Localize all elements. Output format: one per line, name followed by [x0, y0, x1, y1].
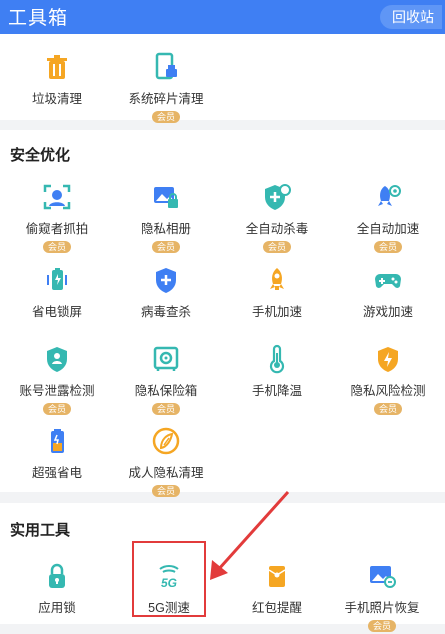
lock-icon: [49, 563, 65, 588]
tool-junk-clean[interactable]: 垃圾清理: [2, 52, 112, 107]
vip-badge: 会员: [373, 241, 402, 253]
tool-label: 隐私保险箱: [134, 384, 198, 398]
tool-power-save-lock[interactable]: 省电锁屏: [2, 265, 112, 320]
tool-label: 省电锁屏: [31, 305, 82, 319]
app-header: 工具箱 回收站: [0, 0, 445, 34]
tool-phone-speedup[interactable]: 手机加速: [222, 265, 332, 320]
tool-label: 应用锁: [38, 601, 76, 615]
tool-label: 全自动加速: [356, 222, 420, 236]
section-title: 安全优化: [10, 147, 71, 164]
tool-label: 全自动杀毒: [245, 222, 309, 236]
tool-label: 垃圾清理: [31, 92, 82, 106]
tool-label: 隐私相册: [140, 222, 191, 236]
shield-cross-icon: [156, 268, 176, 293]
battery-icon: [47, 268, 67, 290]
tool-private-album[interactable]: 隐私相册 会员: [111, 182, 221, 255]
tool-adult-privacy-clean[interactable]: 成人隐私清理 会员: [111, 426, 221, 499]
tool-label: 账号泄露检测: [19, 384, 95, 398]
shield-plus-icon: [265, 184, 291, 210]
thermometer-icon: [269, 344, 285, 374]
tool-label: 手机降温: [251, 384, 302, 398]
tool-label: 手机照片恢复: [344, 601, 420, 615]
tool-auto-speedup[interactable]: 全自动加速 会员: [333, 182, 443, 255]
rocket-gear-icon: [378, 185, 401, 206]
tool-label: 红包提醒: [251, 601, 302, 615]
vip-badge: 会员: [42, 403, 71, 415]
tool-label: 病毒查杀: [140, 305, 191, 319]
page-title: 工具箱: [8, 8, 69, 29]
tool-privacy-risk-check[interactable]: 隐私风险检测 会员: [333, 344, 443, 417]
tool-game-speedup[interactable]: 游戏加速: [333, 265, 443, 320]
security-section: 安全优化 偷窥者抓拍 会员 隐私相册 会员 全自动杀毒 会员 全自动加速 会员 …: [0, 130, 445, 497]
tool-label: 成人隐私清理: [128, 466, 204, 480]
tool-label: 手机加速: [251, 305, 302, 319]
tool-app-lock[interactable]: 应用锁: [2, 561, 112, 616]
photo-lock-icon: [154, 187, 178, 208]
vip-badge: 会员: [367, 620, 396, 632]
leaf-circle-icon: [152, 427, 180, 455]
recycle-bin-button[interactable]: 回收站: [380, 5, 442, 29]
tool-label: 偷窥者抓拍: [25, 222, 89, 236]
vip-badge: 会员: [151, 485, 180, 497]
vip-badge: 会员: [373, 403, 402, 415]
tool-phone-cooling[interactable]: 手机降温: [222, 344, 332, 399]
vip-badge: 会员: [151, 241, 180, 253]
battery-bolt-icon: [51, 429, 64, 453]
shield-bolt-icon: [378, 347, 398, 372]
tool-auto-antivirus[interactable]: 全自动杀毒 会员: [222, 182, 332, 255]
vip-badge: 会员: [262, 241, 291, 253]
red-envelope-icon: [268, 566, 286, 587]
vip-badge: 会员: [42, 241, 71, 253]
trash-icon: [47, 55, 67, 79]
tool-red-envelope-reminder[interactable]: 红包提醒: [222, 561, 332, 616]
section-title: 实用工具: [10, 522, 71, 539]
vip-badge: 会员: [151, 403, 180, 415]
tool-label: 系统碎片清理: [128, 92, 204, 106]
tool-system-fragment-clean[interactable]: 系统碎片清理 会员: [111, 52, 221, 125]
tool-private-safe[interactable]: 隐私保险箱 会员: [111, 344, 221, 417]
rocket-icon: [270, 268, 284, 290]
photo-restore-icon: [370, 566, 396, 588]
tool-peeper-capture[interactable]: 偷窥者抓拍 会员: [2, 182, 112, 255]
tool-label: 超强省电: [31, 466, 82, 480]
tool-account-leak-check[interactable]: 账号泄露检测 会员: [2, 344, 112, 417]
user-shield-icon: [47, 347, 67, 372]
face-scan-icon: [43, 184, 71, 210]
top-tools-section: 垃圾清理 系统碎片清理 会员: [0, 34, 445, 123]
phone-clean-icon: [155, 52, 177, 80]
tool-label: 游戏加速: [362, 305, 413, 319]
safe-icon: [153, 346, 179, 371]
tool-label: 隐私风险检测: [350, 384, 426, 398]
tool-photo-recovery[interactable]: 手机照片恢复 会员: [327, 561, 437, 634]
gamepad-icon: [375, 274, 401, 288]
tool-super-power-save[interactable]: 超强省电: [2, 426, 112, 481]
utilities-section: 实用工具 应用锁 5G 5G测速 红包提醒 手机照片恢复 会员: [0, 503, 445, 632]
highlight-box: [132, 541, 206, 617]
vip-badge: 会员: [151, 111, 180, 123]
tool-virus-scan[interactable]: 病毒查杀: [111, 265, 221, 320]
